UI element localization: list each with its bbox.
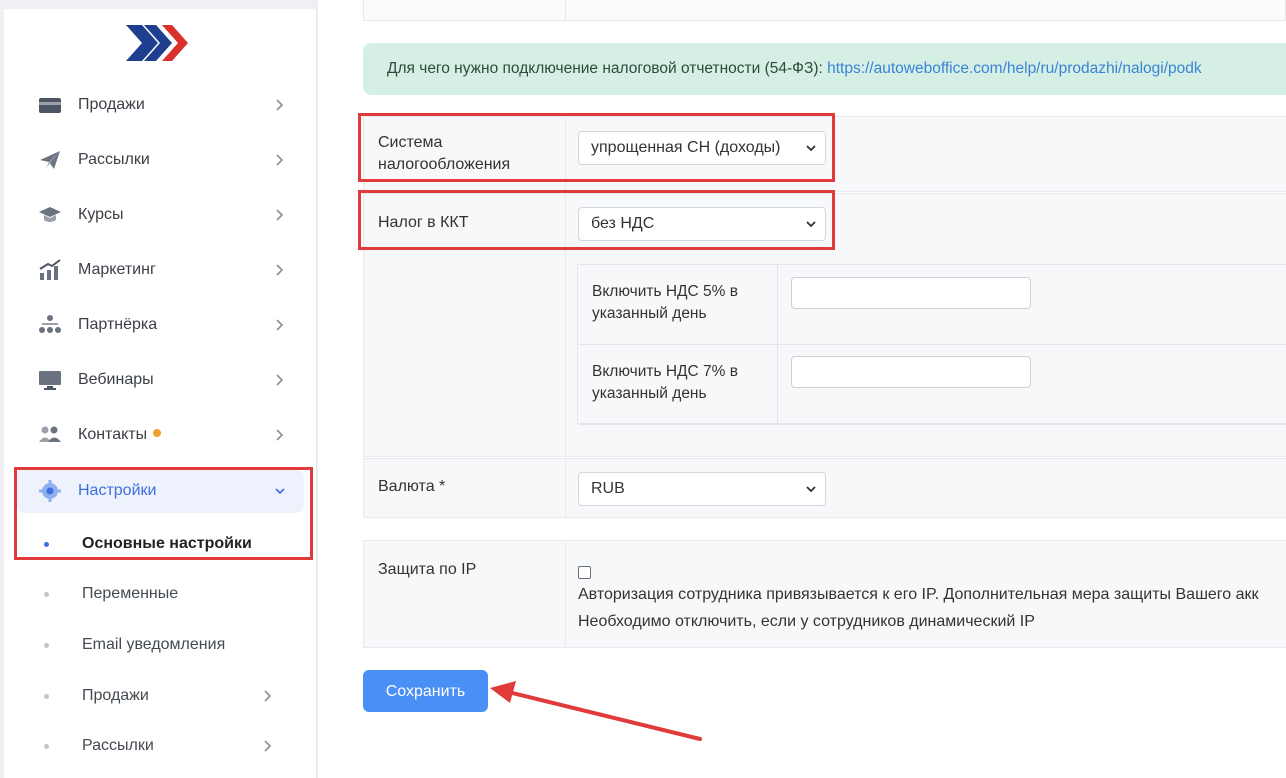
currency-label: Валюта * (378, 478, 446, 495)
currency-select[interactable]: RUB (578, 472, 826, 506)
sidebar-item-sales[interactable]: Продажи (16, 83, 304, 127)
chevron-right-icon (276, 99, 284, 111)
vat7-date-input[interactable] (791, 356, 1031, 388)
subnav-item-variables[interactable]: Переменные (16, 574, 304, 614)
subnav-item-label: Email уведомления (82, 636, 226, 653)
sidebar-item-webinars[interactable]: Вебинары (16, 358, 304, 402)
growth-chart-icon (39, 259, 61, 280)
label-cell: Система налогообложения (364, 117, 566, 191)
notification-dot (153, 429, 162, 437)
kkt-tax-row: Налог в ККТ без НДС Включить НДС 5% в ук… (363, 193, 1286, 457)
paper-plane-icon (40, 151, 60, 169)
sidebar-item-label: Вебинары (78, 371, 154, 388)
chevron-right-icon (276, 319, 284, 331)
hierarchy-icon (39, 315, 61, 333)
vat-subtable: Включить НДС 5% в указанный день Включит… (577, 264, 1286, 425)
subnav-item-email-notifications[interactable]: Email уведомления (16, 625, 304, 665)
sidebar-item-marketing[interactable]: Маркетинг (16, 248, 304, 292)
kkt-tax-select[interactable]: без НДС (578, 207, 826, 241)
chevron-right-icon (264, 690, 272, 702)
logo[interactable] (122, 23, 194, 63)
subnav-item-label: Переменные (82, 585, 179, 602)
chevron-down-icon (806, 486, 816, 493)
ip-protection-label: Защита по IP (378, 561, 477, 578)
subnav-item-mailings[interactable]: Рассылки (16, 726, 304, 766)
sidebar-item-mailings[interactable]: Рассылки (16, 138, 304, 182)
info-text: Для чего нужно подключение налоговой отч… (387, 60, 828, 77)
bullet (44, 592, 49, 597)
annotation-arrow-icon (490, 681, 702, 741)
subnav-item-sales[interactable]: Продажи (16, 676, 304, 716)
main-content: Для чего нужно подключение налоговой отч… (318, 0, 1286, 778)
vat7-row: Включить НДС 7% в указанный день (578, 345, 1286, 425)
chevron-right-icon (276, 209, 284, 221)
bullet (44, 744, 49, 749)
info-alert: Для чего нужно подключение налоговой отч… (363, 43, 1286, 95)
monitor-icon (39, 371, 61, 390)
bullet (44, 643, 49, 648)
label-cell: Включить НДС 7% в указанный день (578, 345, 778, 425)
tax-system-row: Система налогообложения упрощенная СН (д… (363, 116, 1286, 192)
vat7-label: Включить НДС 7% в указанный день (592, 363, 738, 402)
subnav-item-label: Основные настройки (82, 535, 252, 552)
vat5-date-input[interactable] (791, 277, 1031, 309)
info-link[interactable]: https://autoweboffice.com/help/ru/prodaz… (827, 60, 1202, 77)
sidebar-item-label: Продажи (78, 96, 145, 113)
sidebar-item-courses[interactable]: Курсы (16, 193, 304, 237)
bullet (44, 542, 49, 547)
chevron-right-icon (276, 374, 284, 386)
label-cell: Включить НДС 5% в указанный день (578, 265, 778, 345)
vat5-row: Включить НДС 5% в указанный день (578, 265, 1286, 345)
ip-protection-help-line2: Необходимо отключить, если у сотрудников… (578, 613, 1035, 630)
table-top-edge (363, 0, 1286, 21)
sidebar-item-label: Курсы (78, 206, 124, 223)
sidebar-item-label: Рассылки (78, 151, 150, 168)
chevron-down-icon (806, 145, 816, 152)
gear-icon (39, 480, 61, 502)
subnav-item-main-settings[interactable]: Основные настройки (16, 524, 304, 564)
save-button[interactable]: Сохранить (363, 670, 488, 712)
graduation-cap-icon (39, 207, 61, 222)
chevron-down-icon (275, 488, 285, 495)
card-icon (39, 98, 61, 113)
bullet (44, 694, 49, 699)
label-cell: Валюта * (364, 459, 566, 517)
chevron-down-icon (806, 221, 816, 228)
chevron-right-icon (276, 264, 284, 276)
sidebar-item-label: Маркетинг (78, 261, 156, 278)
tax-system-label: Система налогообложения (378, 134, 511, 173)
ip-protection-checkbox[interactable] (578, 566, 591, 579)
ip-protection-help-line1: Авторизация сотрудника привязывается к е… (578, 586, 1259, 603)
sidebar-item-label: Настройки (78, 482, 157, 499)
sidebar-item-contacts[interactable]: Контакты (16, 413, 304, 457)
sidebar-item-label: Контакты (78, 426, 162, 444)
label-cell: Налог в ККТ (364, 194, 566, 456)
ip-protection-row: Защита по IP Авторизация сотрудника прив… (363, 540, 1286, 648)
tax-system-select[interactable]: упрощенная СН (доходы) (578, 131, 826, 165)
chevron-right-icon (276, 429, 284, 441)
kkt-tax-label: Налог в ККТ (378, 214, 469, 231)
sidebar-item-affiliate[interactable]: Партнёрка (16, 303, 304, 347)
vat5-label: Включить НДС 5% в указанный день (592, 283, 738, 322)
sidebar-item-label: Партнёрка (78, 316, 158, 333)
subnav-item-label: Рассылки (82, 737, 154, 754)
people-icon (39, 426, 61, 442)
chevron-right-icon (276, 154, 284, 166)
subnav-item-label: Продажи (82, 687, 149, 704)
label-cell: Защита по IP (364, 541, 566, 647)
sidebar-item-settings[interactable]: Настройки (16, 469, 304, 513)
currency-row: Валюта * RUB (363, 458, 1286, 518)
sidebar: Продажи Рассылки Курсы Маркетинг Партнёр… (4, 9, 317, 778)
chevron-right-icon (264, 740, 272, 752)
